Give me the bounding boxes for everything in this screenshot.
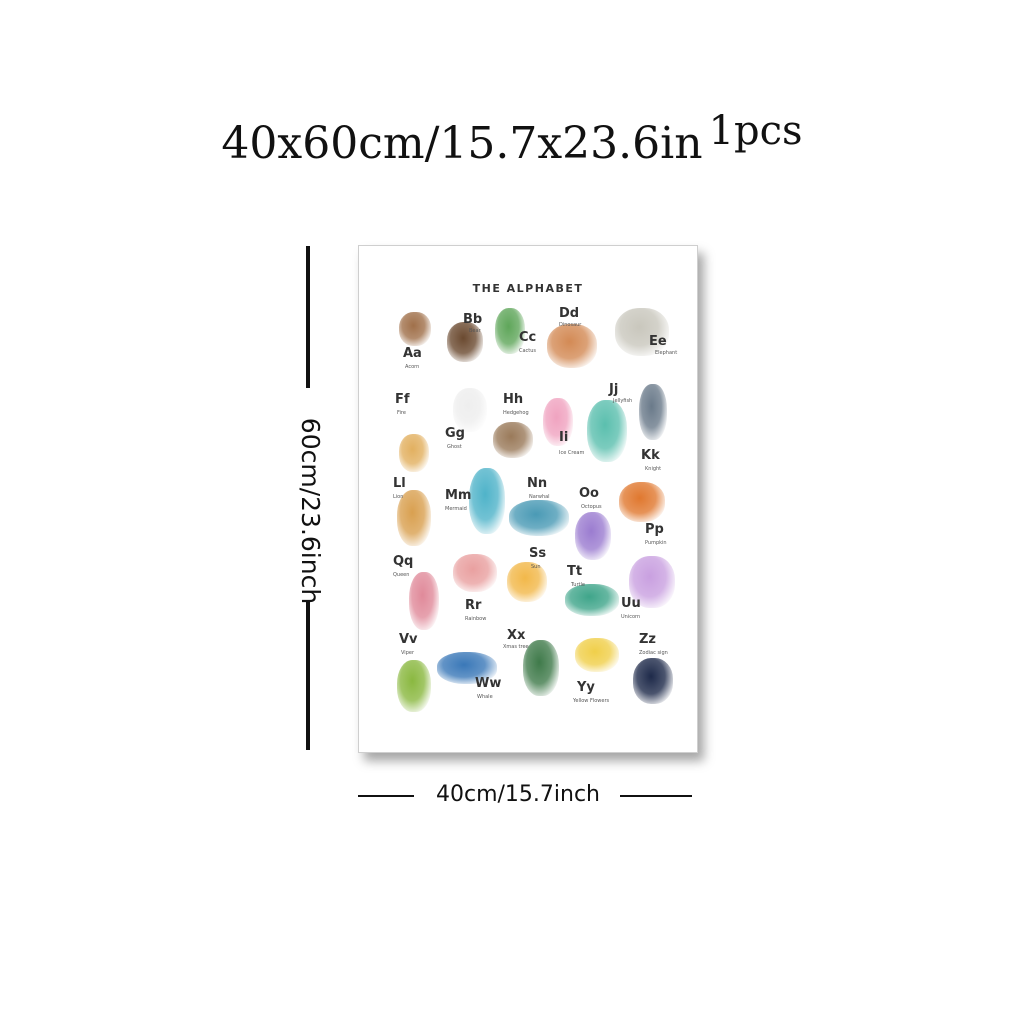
mermaid-illustration [469,468,505,534]
zodiac-sign-illustration [633,658,673,704]
height-dimension-line-bottom [306,600,310,750]
entry-letter: Ss [529,546,547,561]
ice-cream-illustration [543,398,573,446]
entry-letter: Dd [559,306,580,321]
quantity-text: 1pcs [708,108,803,154]
octopus-illustration [575,512,611,560]
entry-letter: Oo [579,486,599,501]
entry-letter: Uu [621,596,641,611]
poster-title: THE ALPHABET [472,282,584,295]
height-dimension-label: 60cm/23.6inch [296,417,325,605]
entry-letter: Gg [445,426,465,441]
entry-letter: Jj [609,382,619,397]
entry-word: Bear [469,328,481,334]
entry-letter: Vv [399,632,418,647]
entry-letter: Ii [559,430,569,445]
entry-letter: Nn [527,476,548,491]
entry-word: Knight [645,466,662,472]
fire-illustration [399,434,429,472]
alphabet-poster: THE ALPHABET Aa Acorn Bb Bear Cc Cactus Dd Dino… [358,245,698,753]
knight-illustration [639,384,667,440]
entry-word: Rainbow [465,616,487,622]
entry-letter: Kk [641,448,660,463]
rainbow-illustration [453,554,497,592]
entry-word: Acorn [405,364,420,370]
acorn-illustration [399,312,431,346]
entry-letter: Ww [475,676,502,691]
entry-letter: Ff [395,392,410,407]
entry-letter: Zz [639,632,656,647]
entry-word: Hedgehog [503,410,529,416]
entry-word: Lion [393,494,404,500]
narwhal-illustration [509,500,569,536]
pumpkin-illustration [619,482,665,522]
entry-word: Turtle [571,582,585,588]
entry-letter: Pp [645,522,664,537]
queen-illustration [409,572,439,630]
entry-word: Narwhal [529,494,550,500]
width-dimension-label: 40cm/15.7inch [435,782,600,807]
entry-letter: Xx [507,628,526,643]
turtle-illustration [565,584,619,616]
entry-word: Queen [393,572,410,578]
jellyfish-illustration [587,400,627,462]
dinosaur-illustration [547,324,597,368]
entry-word: Sun [531,564,541,570]
entry-word: Pumpkin [645,540,667,546]
width-dimension-line-left [358,795,414,797]
entry-word: Octopus [581,504,602,510]
size-headline: 40x60cm/15.7x23.6in 1pcs [0,108,1024,169]
entry-letter: Qq [393,554,414,569]
width-dimension-line-right [620,795,692,797]
entry-word: Jellyfish [613,398,633,404]
entry-word: Ghost [447,444,462,450]
hedgehog-illustration [493,422,533,458]
entry-letter: Bb [463,312,483,327]
size-text: 40x60cm/15.7x23.6in [221,118,703,169]
sun-illustration [507,562,547,602]
entry-letter: Aa [403,346,422,361]
entry-letter: Yy [577,680,595,695]
entry-word: Ice Cream [559,450,585,456]
entry-word: Mermaid [445,506,467,512]
entry-word: Whale [477,694,493,700]
entry-word: Elephant [655,350,678,356]
height-dimension-line-top [306,246,310,388]
entry-letter: Cc [519,330,537,345]
entry-word: Fire [397,410,406,416]
entry-word: Viper [401,650,415,656]
entry-letter: Tt [567,564,583,579]
entry-letter: Mm [445,488,472,503]
yellow-flowers-illustration [575,638,619,672]
entry-letter: Ee [649,334,667,349]
entry-letter: Ll [393,476,406,491]
entry-word: Unicorn [621,614,641,620]
entry-word: Dinosaur [559,322,582,328]
entry-word: Cactus [519,348,537,354]
entry-word: Yellow Flowers [573,698,610,704]
entry-letter: Hh [503,392,524,407]
entry-letter: Rr [465,598,482,613]
entry-word: Zodiac sign [639,650,668,656]
entry-word: Xmas tree [503,644,529,650]
viper-illustration [397,660,431,712]
